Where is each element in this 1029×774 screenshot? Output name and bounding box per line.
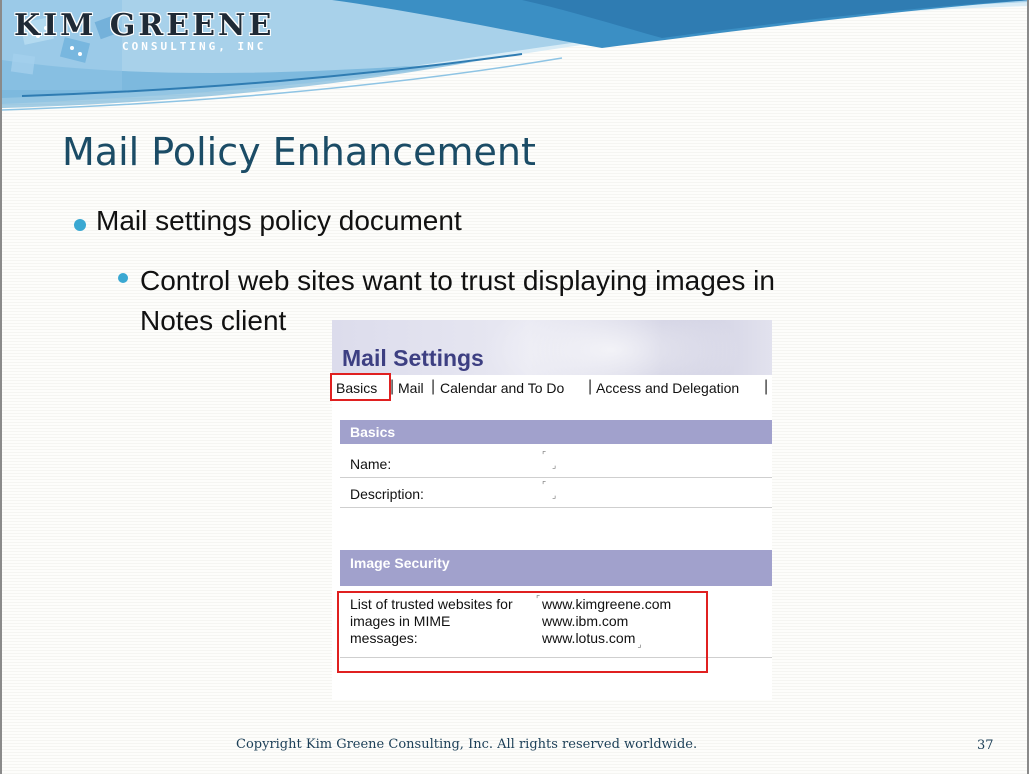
field-start-marker-icon: ⌜ xyxy=(542,480,547,490)
company-logo: KIM GREENE xyxy=(14,8,275,43)
name-field-row: Name: ⌜ ⌟ xyxy=(340,448,772,478)
company-logo-subtitle: CONSULTING, INC xyxy=(122,40,267,53)
image-security-section-header: Image Security xyxy=(340,550,772,586)
trusted-websites-highlight xyxy=(337,591,708,673)
bullet-level-2-line-1: Control web sites want to trust displayi… xyxy=(140,265,775,296)
basics-section-header: Basics xyxy=(340,420,772,444)
tab-calendar-and-to-do[interactable]: Calendar and To Do xyxy=(440,380,564,396)
slide: KIM GREENE CONSULTING, INC Mail Policy E… xyxy=(0,0,1029,774)
settings-tab-bar: Basics | Mail | Calendar and To Do | Acc… xyxy=(336,378,769,396)
screenshot-header: Mail Settings xyxy=(332,320,772,410)
description-label: Description: xyxy=(350,486,424,502)
basics-tab-highlight xyxy=(330,373,391,401)
mail-settings-title: Mail Settings xyxy=(342,345,484,371)
field-end-marker-icon[interactable]: ⌟ xyxy=(552,460,556,471)
bullet-dot-icon xyxy=(74,219,86,231)
tab-access-and-delegation[interactable]: Access and Delegation xyxy=(596,380,739,396)
name-label: Name: xyxy=(350,456,392,472)
tab-mail[interactable]: Mail xyxy=(398,380,424,396)
field-start-marker-icon: ⌜ xyxy=(542,450,547,460)
description-field-row: Description: ⌜ ⌟ xyxy=(340,478,772,508)
copyright-footer: Copyright Kim Greene Consulting, Inc. Al… xyxy=(236,737,698,752)
field-end-marker-icon[interactable]: ⌟ xyxy=(552,490,556,501)
bullet-dot-icon xyxy=(118,273,128,283)
bullet-level-1-text: Mail settings policy document xyxy=(96,205,462,236)
page-number: 37 xyxy=(977,738,994,753)
slide-title: Mail Policy Enhancement xyxy=(62,130,536,174)
